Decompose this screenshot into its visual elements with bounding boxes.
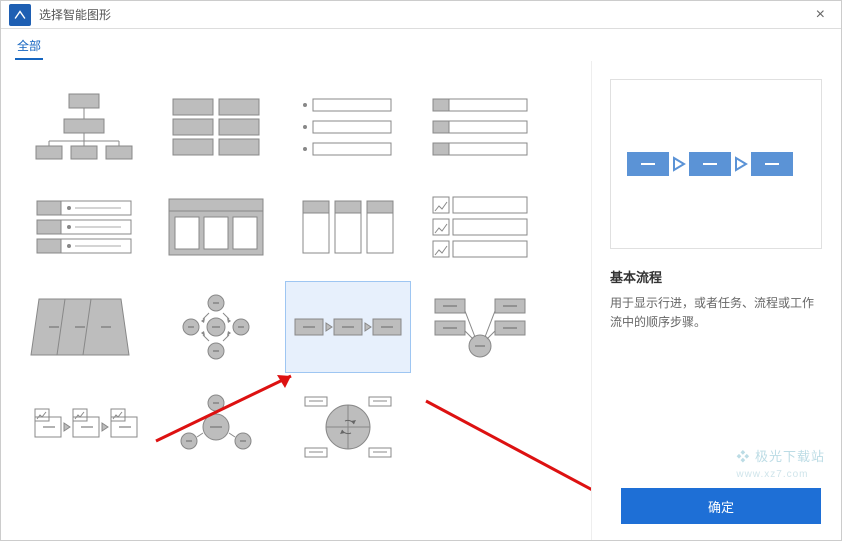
template-radial-cycle[interactable] <box>153 281 279 373</box>
template-table-list[interactable] <box>21 181 147 273</box>
dialog-title: 选择智能图形 <box>39 6 111 23</box>
preview-image <box>610 79 822 249</box>
template-segmented-pie[interactable] <box>285 381 411 473</box>
close-button[interactable]: × <box>808 6 833 24</box>
template-org-chart[interactable] <box>21 81 147 173</box>
template-framed-columns[interactable] <box>153 181 279 273</box>
watermark: ❖ 极光下载站 www.xz7.com <box>736 446 825 480</box>
ok-button[interactable]: 确定 <box>621 488 821 524</box>
template-picture-list[interactable] <box>417 181 543 273</box>
template-horizontal-list[interactable] <box>417 81 543 173</box>
titlebar: 选择智能图形 × <box>1 1 841 29</box>
tab-all[interactable]: 全部 <box>15 35 43 60</box>
template-bullet-list[interactable] <box>285 81 411 173</box>
template-three-columns[interactable] <box>285 181 411 273</box>
app-logo-icon <box>9 4 31 26</box>
template-picture-process[interactable] <box>21 381 147 473</box>
template-gallery <box>1 61 591 540</box>
preview-pane: 基本流程 用于显示行进，或者任务、流程或工作流中的顺序步骤。 ❖ 极光下载站 w… <box>591 61 841 540</box>
template-stacked-pyramid[interactable] <box>21 281 147 373</box>
template-block-grid[interactable] <box>153 81 279 173</box>
preview-title: 基本流程 <box>610 267 823 286</box>
template-basic-process[interactable] <box>285 281 411 373</box>
preview-description: 用于显示行进，或者任务、流程或工作流中的顺序步骤。 <box>610 294 823 332</box>
template-hub-spoke[interactable] <box>417 281 543 373</box>
template-circle-cycle[interactable] <box>153 381 279 473</box>
tab-bar: 全部 <box>1 29 841 61</box>
